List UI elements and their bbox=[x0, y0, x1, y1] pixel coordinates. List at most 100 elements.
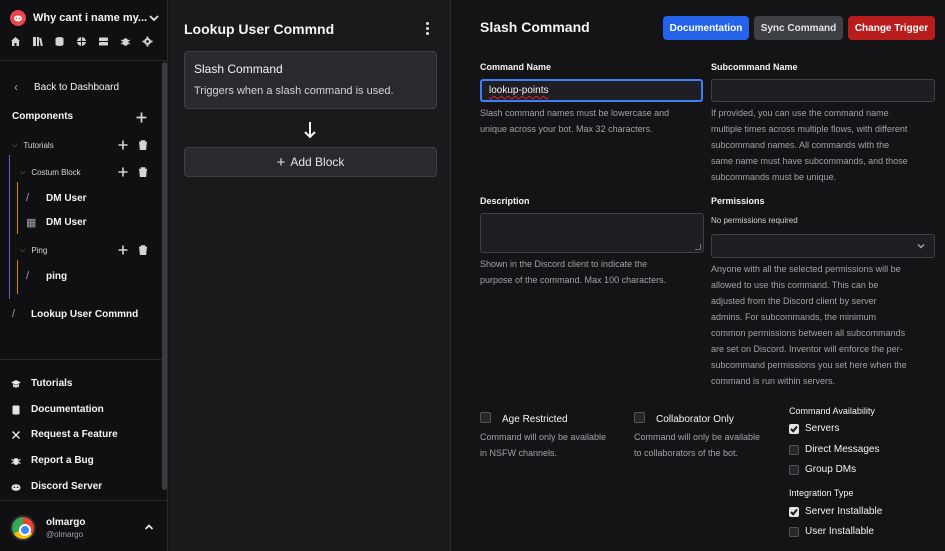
help-line: admins. For subcommands, the minimum bbox=[711, 312, 877, 322]
checkbox-label: User Installable bbox=[805, 526, 874, 537]
server-installable-checkbox[interactable]: Server Installable bbox=[789, 506, 882, 517]
command-name-input[interactable]: lookup-points bbox=[480, 79, 703, 102]
chevron-down-icon[interactable] bbox=[148, 12, 160, 24]
trigger-card[interactable]: Slash Command Triggers when a slash comm… bbox=[184, 51, 437, 109]
add-block-button[interactable]: + Add Block bbox=[184, 147, 437, 177]
app-window: Why cant i name my... ‹ Back to Dashboar… bbox=[0, 0, 945, 551]
sidebar-scrollbar[interactable] bbox=[162, 62, 167, 490]
permissions-help: Anyone with all the selected permissions… bbox=[711, 261, 941, 389]
checkbox-label: Collaborator Only bbox=[656, 414, 734, 425]
checkbox-box[interactable] bbox=[789, 464, 799, 475]
tree-item-label: DM User bbox=[46, 217, 87, 228]
help-line: Command will only be available bbox=[634, 432, 761, 442]
nav-documentation[interactable]: Documentation bbox=[11, 404, 104, 415]
chevron-left-icon: ‹ bbox=[14, 80, 18, 94]
checkbox-box[interactable] bbox=[789, 506, 799, 517]
trash-icon[interactable] bbox=[138, 140, 148, 151]
home-icon[interactable] bbox=[10, 36, 21, 47]
checkbox-box[interactable] bbox=[789, 444, 799, 455]
panel-title: Slash Command bbox=[480, 19, 590, 35]
database-icon[interactable] bbox=[54, 36, 65, 47]
more-options-icon[interactable] bbox=[423, 22, 431, 38]
user-installable-checkbox[interactable]: User Installable bbox=[789, 526, 874, 537]
gear-icon[interactable] bbox=[142, 36, 153, 47]
age-restricted-checkbox[interactable]: Age Restricted bbox=[480, 410, 568, 425]
nav-iconbar bbox=[10, 36, 153, 47]
description-help: Shown in the Discord client to indicate … bbox=[480, 256, 705, 288]
trash-icon[interactable] bbox=[138, 245, 148, 256]
tree-line bbox=[9, 155, 10, 299]
nav-discord-server[interactable]: Discord Server bbox=[11, 481, 102, 492]
nav-tutorials[interactable]: Tutorials bbox=[11, 378, 72, 389]
checkbox-label: Server Installable bbox=[805, 506, 883, 517]
sidebar-divider bbox=[0, 500, 168, 501]
add-icon[interactable] bbox=[118, 245, 128, 255]
direct-messages-checkbox[interactable]: Direct Messages bbox=[789, 444, 879, 455]
book-icon[interactable] bbox=[32, 36, 43, 47]
tree-item-label: DM User bbox=[46, 192, 87, 204]
subcommand-name-label: Subcommand Name bbox=[711, 62, 798, 72]
description-label: Description bbox=[480, 196, 530, 206]
avatar bbox=[10, 515, 36, 541]
chevron-down-icon: ⌵ bbox=[20, 168, 26, 176]
subcommand-name-input[interactable] bbox=[711, 79, 935, 102]
chevron-up-icon[interactable] bbox=[144, 522, 154, 535]
checkbox-box[interactable] bbox=[789, 423, 799, 434]
tree-item-dm-user[interactable]: ▦ DM User bbox=[26, 216, 87, 229]
flow-panel: Lookup User Commnd Slash Command Trigger… bbox=[169, 0, 451, 551]
group-dms-checkbox[interactable]: Group DMs bbox=[789, 464, 856, 475]
tree-item-dm-user[interactable]: / DM User bbox=[26, 192, 87, 204]
checkbox-label: Age Restricted bbox=[502, 414, 568, 425]
folder-label: Costum Block bbox=[31, 168, 81, 177]
trigger-title: Slash Command bbox=[194, 62, 283, 76]
subcommand-name-help: If provided, you can use the command nam… bbox=[711, 105, 941, 185]
help-line: multiple times across multiple flows, wi… bbox=[711, 124, 908, 134]
tree-item-label: ping bbox=[46, 270, 68, 282]
collaborator-only-checkbox[interactable]: Collaborator Only bbox=[634, 410, 734, 425]
description-textarea[interactable] bbox=[480, 213, 704, 253]
components-label: Components bbox=[12, 111, 74, 122]
user-menu[interactable]: olmargo @olmargo bbox=[10, 512, 160, 544]
add-component-icon[interactable] bbox=[136, 112, 147, 123]
server-switcher[interactable]: Why cant i name my... bbox=[10, 8, 160, 28]
permissions-select[interactable] bbox=[711, 234, 935, 258]
book-icon bbox=[11, 405, 21, 415]
help-line: allowed to use this command. This can be bbox=[711, 280, 879, 290]
tree-item-lookup-user-commnd[interactable]: / Lookup User Commnd bbox=[12, 308, 138, 320]
checkbox-box[interactable] bbox=[634, 412, 645, 423]
tree-folder-ping[interactable]: ⌵ Ping bbox=[20, 246, 47, 255]
tree-folder-costum-block[interactable]: ⌵ Costum Block bbox=[20, 168, 81, 177]
arrow-down-icon bbox=[302, 120, 318, 140]
user-name: olmargo bbox=[46, 517, 86, 528]
add-icon[interactable] bbox=[118, 167, 128, 177]
checkbox-box[interactable] bbox=[480, 412, 491, 423]
sync-command-button[interactable]: Sync Command bbox=[754, 16, 843, 40]
nav-report-bug[interactable]: Report a Bug bbox=[11, 455, 94, 466]
tree-item-ping[interactable]: / ping bbox=[26, 270, 67, 282]
server-name: Why cant i name my... bbox=[33, 12, 148, 24]
nav-label: Request a Feature bbox=[31, 429, 118, 440]
change-trigger-button[interactable]: Change Trigger bbox=[848, 16, 935, 40]
bug-icon[interactable] bbox=[120, 36, 131, 47]
tree-folder-tutorials[interactable]: ⌵ Tutorials bbox=[12, 141, 54, 150]
slash-icon: / bbox=[26, 192, 30, 204]
command-name-help: Slash command names must be lowercase an… bbox=[480, 105, 705, 137]
server-icon[interactable] bbox=[98, 36, 109, 47]
documentation-button[interactable]: Documentation bbox=[663, 16, 749, 40]
checkbox-box[interactable] bbox=[789, 526, 799, 537]
help-line: adjusted from the Discord client by serv… bbox=[711, 296, 877, 306]
slash-icon: / bbox=[12, 308, 16, 320]
add-icon[interactable] bbox=[118, 140, 128, 150]
trash-icon[interactable] bbox=[138, 167, 148, 178]
nav-request-feature[interactable]: Request a Feature bbox=[11, 429, 118, 440]
checkbox-label: Servers bbox=[805, 423, 840, 434]
help-line: If provided, you can use the command nam… bbox=[711, 108, 889, 118]
help-line: are set on Discord. Inventor will enforc… bbox=[711, 344, 903, 354]
help-line: unique across your bot. Max 32 character… bbox=[480, 124, 653, 134]
back-to-dashboard-link[interactable]: ‹ Back to Dashboard bbox=[14, 80, 119, 94]
tree-line bbox=[17, 182, 18, 234]
servers-checkbox[interactable]: Servers bbox=[789, 423, 839, 434]
globe-icon[interactable] bbox=[76, 36, 87, 47]
folder-label: Ping bbox=[31, 246, 48, 255]
bug-icon bbox=[11, 456, 21, 466]
